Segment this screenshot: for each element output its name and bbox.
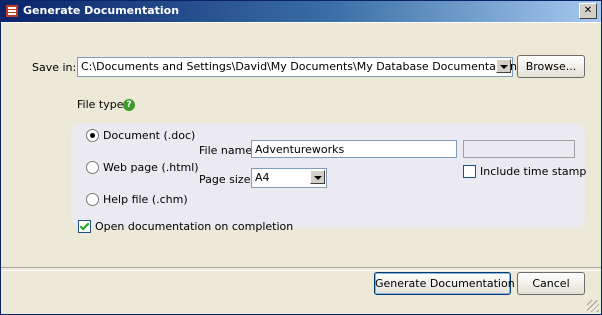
include-timestamp-checkbox[interactable] [463,165,476,178]
save-in-path: C:\Documents and Settings\David\My Docum… [81,60,517,73]
resize-grip-icon[interactable] [587,300,599,312]
divider [1,22,601,23]
radio-document[interactable] [86,129,99,142]
help-icon[interactable]: ? [123,99,135,111]
generate-documentation-button[interactable]: Generate Documentation [374,272,515,295]
file-name-input[interactable]: Adventureworks [251,140,457,158]
generate-documentation-dialog: Generate Documentation ✕ Save in: C:\Doc… [0,0,602,315]
disabled-field [463,140,575,158]
radio-help-file[interactable] [86,193,99,206]
save-in-combobox[interactable]: C:\Documents and Settings\David\My Docum… [77,57,517,77]
file-name-label: File name: [199,144,256,157]
open-on-completion-checkbox[interactable] [78,220,91,233]
radio-help-file-label[interactable]: Help file (.chm) [103,193,188,206]
close-button[interactable]: ✕ [579,3,597,19]
page-size-label: Page size: [199,173,255,186]
include-timestamp-label[interactable]: Include time stamp [480,165,586,178]
cancel-button[interactable]: Cancel [517,272,585,295]
footer-separator [1,267,601,271]
dropdown-arrow-icon[interactable] [310,170,325,184]
page-size-select[interactable]: A4 [251,168,327,188]
page-size-value: A4 [255,171,270,184]
radio-web-page[interactable] [86,161,99,174]
cancel-label: Cancel [532,277,570,290]
file-type-label: File type: [77,98,128,111]
app-icon [6,5,18,17]
save-in-label: Save in: [32,61,77,74]
file-name-value: Adventureworks [255,143,345,156]
browse-button-label: Browse... [525,60,577,73]
browse-button[interactable]: Browse... [517,55,585,78]
title-bar[interactable]: Generate Documentation ✕ [1,1,601,22]
dropdown-arrow-icon[interactable] [496,59,511,73]
radio-document-label[interactable]: Document (.doc) [103,129,195,142]
radio-web-page-label[interactable]: Web page (.html) [103,161,199,174]
open-on-completion-label[interactable]: Open documentation on completion [95,220,293,233]
close-icon: ✕ [583,5,593,16]
dialog-body: Save in: C:\Documents and Settings\David… [1,22,601,314]
generate-documentation-label: Generate Documentation [375,277,515,290]
window-title: Generate Documentation [23,4,180,17]
